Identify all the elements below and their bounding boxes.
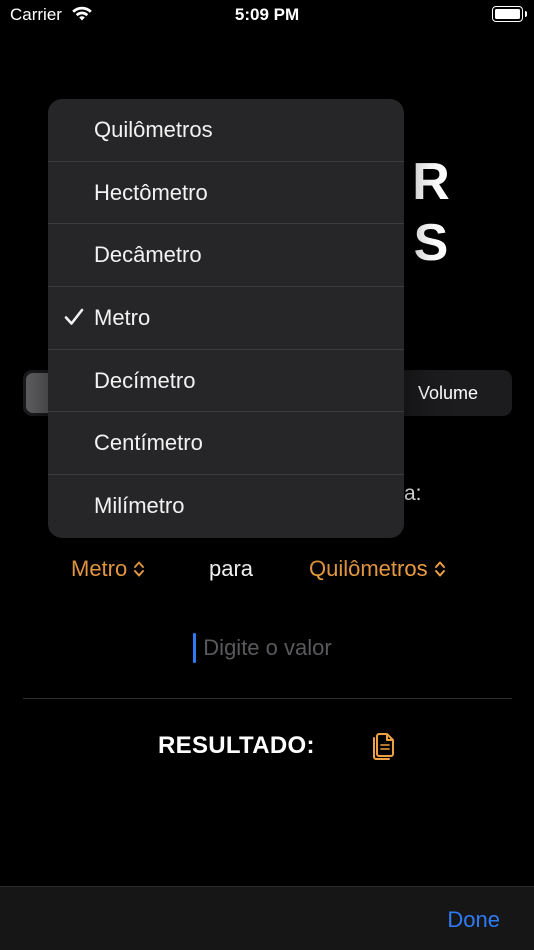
to-unit-picker[interactable]: Quilômetros [309,556,446,582]
to-unit-label: Quilômetros [309,556,428,581]
text-cursor [193,633,196,663]
menu-item-metro[interactable]: Metro [48,287,404,350]
menu-item-quilometros[interactable]: Quilômetros [48,99,404,162]
menu-item-centimetro[interactable]: Centímetro [48,412,404,476]
unit-row: Metro para Quilômetros [0,556,534,586]
status-bar: Carrier 5:09 PM [0,0,534,32]
menu-item-label: Hectômetro [94,179,208,205]
menu-item-label: Milímetro [94,493,185,519]
menu-item-label: Quilômetros [94,116,213,142]
menu-item-label: Metro [94,304,151,330]
menu-item-decimetro[interactable]: Decímetro [48,350,404,413]
result-label: RESULTADO: [158,732,315,759]
from-unit-picker[interactable]: Metro [71,556,145,582]
keyboard-toolbar: Done [0,886,534,950]
menu-item-milimetro[interactable]: Milímetro [48,475,404,538]
connector-label: para [209,556,254,581]
menu-item-hectometro[interactable]: Hectômetro [48,162,404,225]
divider [23,698,512,699]
copy-icon[interactable] [371,729,399,761]
menu-item-label: Centímetro [94,430,203,456]
menu-item-decametro[interactable]: Decâmetro [48,224,404,288]
segment-volume[interactable]: Volume [418,383,478,404]
from-unit-label: Metro [71,556,128,581]
screen: Carrier 5:09 PM R S C Volume a: Metro pa… [0,0,534,950]
chevron-up-down-icon [134,561,145,577]
checkmark-icon [64,308,84,325]
battery-icon [492,6,527,22]
instruction-label: a: [404,482,422,505]
chevron-up-down-icon [434,561,445,577]
menu-item-label: Decâmetro [94,242,202,268]
clock: 5:09 PM [234,5,300,24]
unit-picker-menu: Quilômetros Hectômetro Decâmetro Metro D… [48,99,404,538]
done-button[interactable]: Done [447,907,500,933]
value-input[interactable] [23,626,512,670]
menu-item-label: Decímetro [94,367,196,393]
